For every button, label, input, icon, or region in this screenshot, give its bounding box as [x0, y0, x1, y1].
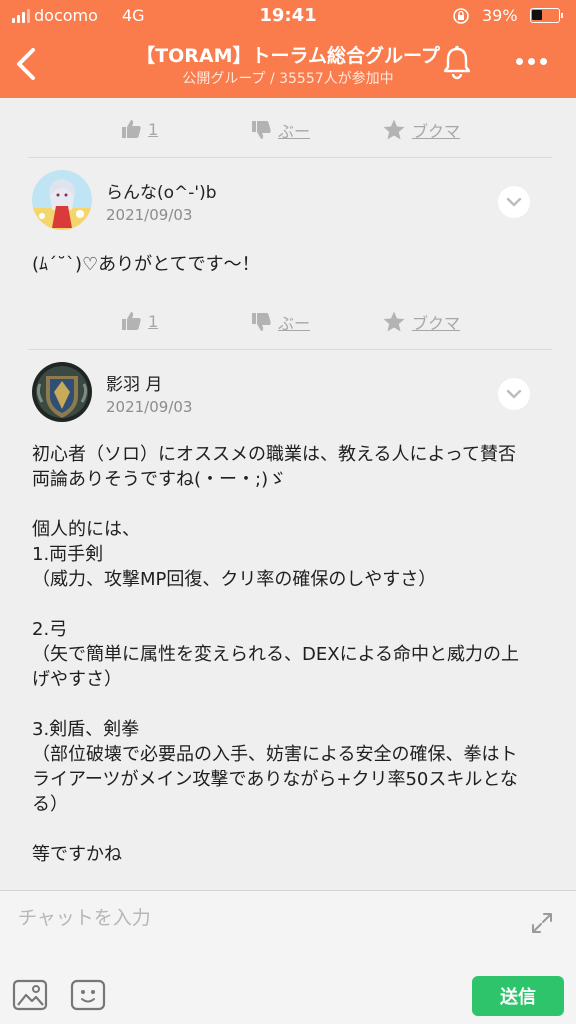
divider: [28, 157, 552, 158]
battery-icon: [530, 8, 563, 23]
chat-input[interactable]: [18, 903, 498, 933]
post-date: 2021/09/03: [106, 206, 193, 224]
more-menu-icon[interactable]: [516, 53, 556, 69]
divider: [28, 349, 552, 350]
bell-icon[interactable]: [440, 44, 474, 80]
status-bar: docomo 4G 19:41 39%: [0, 0, 576, 32]
boo-label: ぶー: [278, 122, 311, 141]
thumbs-up-icon: [122, 312, 141, 330]
post-actions: 1 ぶー ブクマ: [0, 302, 576, 338]
like-button[interactable]: 1: [120, 118, 158, 140]
image-icon[interactable]: [12, 979, 48, 1011]
avatar[interactable]: [32, 362, 92, 422]
post-body: (ﾑ´˘`)♡ありがとてです〜！: [32, 254, 260, 275]
post-body: 初心者（ソロ）にオススメの職業は、教える人によって賛否両論ありそうですね(・ー・…: [32, 444, 520, 865]
expand-icon[interactable]: [530, 911, 554, 935]
star-icon: [383, 119, 405, 140]
user-avatar-image: [32, 362, 92, 422]
star-icon: [383, 311, 405, 332]
stamp-icon[interactable]: [70, 979, 106, 1011]
thumbs-down-icon: [252, 121, 271, 139]
like-count: 1: [148, 119, 159, 139]
send-button[interactable]: 送信: [472, 976, 564, 1016]
page-title: 【TORAM】トーラム総合グループ: [136, 45, 440, 67]
chevron-down-icon: [506, 389, 522, 399]
post-date: 2021/09/03: [106, 398, 193, 416]
user-name[interactable]: らんな(o^-')b: [106, 178, 217, 203]
battery-percent: 39%: [482, 6, 518, 25]
comment-feed[interactable]: 1 ぶー ブクマ らんな(o^-')b 2021/09/03 (ﾑ´˘`)♡あり…: [0, 98, 576, 890]
boo-label: ぶー: [278, 314, 311, 333]
back-icon[interactable]: [12, 44, 40, 84]
rotation-lock-icon: [453, 8, 469, 24]
post-actions: 1 ぶー ブクマ: [0, 110, 576, 146]
thumbs-up-icon: [122, 120, 141, 138]
user-name[interactable]: 影羽 月: [106, 370, 162, 395]
header-bar: docomo 4G 19:41 39% 【TORAM】トーラム総合グループ 公開…: [0, 0, 576, 98]
bookmark-label: ブクマ: [412, 122, 461, 141]
bookmark-button[interactable]: ブクマ: [382, 310, 460, 334]
user-avatar-image: [32, 170, 92, 230]
like-count: 1: [148, 311, 159, 331]
like-button[interactable]: 1: [120, 310, 158, 332]
boo-button[interactable]: ぶー: [250, 118, 310, 142]
chat-composer: 送信: [0, 890, 576, 1024]
avatar[interactable]: [32, 170, 92, 230]
boo-button[interactable]: ぶー: [250, 310, 310, 334]
bookmark-label: ブクマ: [412, 314, 461, 333]
post-menu-button[interactable]: [498, 378, 530, 410]
group-subtitle: 公開グループ / 35557人が参加中: [182, 71, 394, 87]
chevron-down-icon: [506, 197, 522, 207]
battery-level: [532, 10, 542, 20]
post-menu-button[interactable]: [498, 186, 530, 218]
bookmark-button[interactable]: ブクマ: [382, 118, 460, 142]
thumbs-down-icon: [252, 313, 271, 331]
